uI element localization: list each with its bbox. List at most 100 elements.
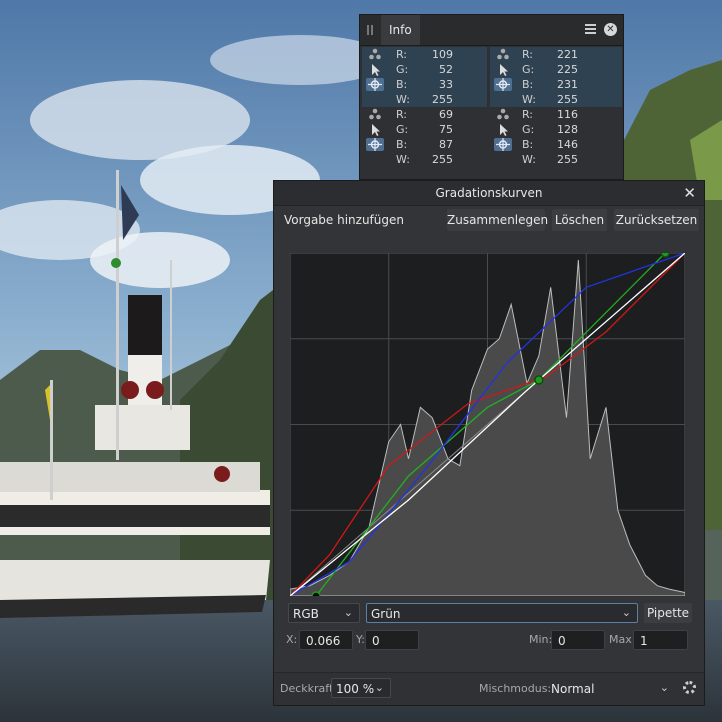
channel-value: 116 xyxy=(557,108,578,121)
channel-value: 231 xyxy=(557,78,578,91)
info-row: R: 69 R: 116 xyxy=(362,107,622,122)
max-input[interactable]: 1 xyxy=(633,630,688,650)
channel-label: B: xyxy=(396,138,408,151)
channel-value: 255 xyxy=(557,93,578,106)
channel-label: R: xyxy=(396,48,408,61)
control-point[interactable] xyxy=(311,591,321,601)
tab-info[interactable]: Info xyxy=(381,15,420,45)
info-cell: W: 255 xyxy=(362,92,487,107)
crosshair-target-icon[interactable] xyxy=(494,138,512,151)
info-cell: B: 33 xyxy=(362,77,487,92)
channel-value: 75 xyxy=(439,123,453,136)
pointer-icon xyxy=(366,123,384,136)
info-cell: R: 109 xyxy=(362,47,487,62)
gear-icon[interactable] xyxy=(683,681,696,694)
crosshair-target-icon[interactable] xyxy=(366,138,384,151)
x-input[interactable]: 0.066 xyxy=(299,630,353,650)
channel-label: B: xyxy=(396,78,408,91)
info-row: B: 33 B: 231 xyxy=(362,77,622,92)
crosshair-target-icon[interactable] xyxy=(494,78,512,91)
color-space-select[interactable]: RGB ⌄ xyxy=(288,603,360,623)
channel-label: W: xyxy=(522,153,536,166)
info-cell: G: 75 xyxy=(362,122,487,137)
info-cell: R: 221 xyxy=(490,47,622,62)
channel-label: R: xyxy=(522,48,534,61)
info-row: W: 255 W: 255 xyxy=(362,92,622,107)
chevron-down-icon: ⌄ xyxy=(621,606,631,619)
channel-label: B: xyxy=(522,78,534,91)
channel-label: G: xyxy=(522,123,535,136)
info-cell: R: 116 xyxy=(490,107,622,122)
channel-value: 225 xyxy=(557,63,578,76)
info-panel: Info ✕ R: 109 R: 221 G: 52 G: 225 B: 33 B: 231 W: 255… xyxy=(359,14,624,180)
reset-button[interactable]: Zurücksetzen xyxy=(614,209,699,231)
dialog-title: Gradationskurven xyxy=(435,186,543,200)
y-label: Y: xyxy=(356,633,365,646)
channel-value: 87 xyxy=(439,138,453,151)
curves-graph-svg[interactable] xyxy=(289,248,686,601)
channel-value: 146 xyxy=(557,138,578,151)
close-icon[interactable]: ✕ xyxy=(604,23,617,36)
menu-icon[interactable] xyxy=(585,24,596,35)
picker-button[interactable]: Pipette xyxy=(644,603,692,623)
blend-mode-value: Normal xyxy=(551,682,595,696)
info-row: R: 109 R: 221 xyxy=(362,47,622,62)
channel-value: Grün xyxy=(371,607,401,621)
channel-value: 255 xyxy=(432,93,453,106)
pointer-icon xyxy=(366,63,384,76)
channel-value: 52 xyxy=(439,63,453,76)
close-icon[interactable]: ✕ xyxy=(683,181,696,205)
crosshair-target-icon[interactable] xyxy=(366,78,384,91)
channel-select[interactable]: Grün ⌄ xyxy=(366,603,638,623)
info-cell: B: 231 xyxy=(490,77,622,92)
opacity-value: 100 % xyxy=(336,682,375,696)
max-label: Max: xyxy=(609,633,636,646)
drag-grip-icon[interactable] xyxy=(367,25,373,35)
channel-value: 128 xyxy=(557,123,578,136)
chevron-down-icon: ⌄ xyxy=(659,681,669,694)
info-cell: B: 87 xyxy=(362,137,487,152)
control-point[interactable] xyxy=(534,375,544,385)
channel-label: W: xyxy=(522,93,536,106)
dialog-title-bar: Gradationskurven ✕ xyxy=(274,181,704,206)
channel-label: W: xyxy=(396,93,410,106)
toolbar: Vorgabe hinzufügen Zusammenlegen Löschen… xyxy=(274,207,704,233)
blend-mode-select[interactable]: Normal ⌄ xyxy=(546,678,676,698)
min-label: Min: xyxy=(529,633,553,646)
pointer-icon xyxy=(494,123,512,136)
channel-label: R: xyxy=(396,108,408,121)
merge-button[interactable]: Zusammenlegen xyxy=(447,209,548,231)
info-cell: B: 146 xyxy=(490,137,622,152)
info-row: B: 87 B: 146 xyxy=(362,137,622,152)
point-fields: X: 0.066 Y: 0 Min: 0 Max: 1 xyxy=(286,630,691,652)
channel-controls: RGB ⌄ Grün ⌄ Pipette xyxy=(288,603,692,625)
sample-dots-icon xyxy=(366,48,384,61)
channel-value: 255 xyxy=(557,153,578,166)
channel-value: 109 xyxy=(432,48,453,61)
control-point[interactable] xyxy=(660,248,670,258)
min-input[interactable]: 0 xyxy=(551,630,605,650)
dialog-footer: Deckkraft: 100 % ⌄ Mischmodus: Normal ⌄ xyxy=(274,672,704,705)
curves-graph[interactable] xyxy=(289,248,686,601)
info-row: G: 75 G: 128 xyxy=(362,122,622,137)
pointer-icon xyxy=(494,63,512,76)
channel-label: W: xyxy=(396,153,410,166)
info-cell: W: 255 xyxy=(490,152,622,167)
opacity-select[interactable]: 100 % ⌄ xyxy=(331,678,391,698)
channel-label: R: xyxy=(522,108,534,121)
channel-label: B: xyxy=(522,138,534,151)
y-input[interactable]: 0 xyxy=(365,630,419,650)
info-cell: G: 128 xyxy=(490,122,622,137)
x-label: X: xyxy=(286,633,298,646)
channel-value: 69 xyxy=(439,108,453,121)
channel-label: G: xyxy=(522,63,535,76)
channel-value: 255 xyxy=(432,153,453,166)
delete-button[interactable]: Löschen xyxy=(552,209,607,231)
opacity-label: Deckkraft: xyxy=(280,682,337,695)
sample-dots-icon xyxy=(366,108,384,121)
chevron-down-icon: ⌄ xyxy=(343,606,353,619)
info-cell: W: 255 xyxy=(490,92,622,107)
blend-mode-label: Mischmodus: xyxy=(479,682,552,695)
add-preset-button[interactable]: Vorgabe hinzufügen xyxy=(280,209,408,231)
channel-label: G: xyxy=(396,123,409,136)
